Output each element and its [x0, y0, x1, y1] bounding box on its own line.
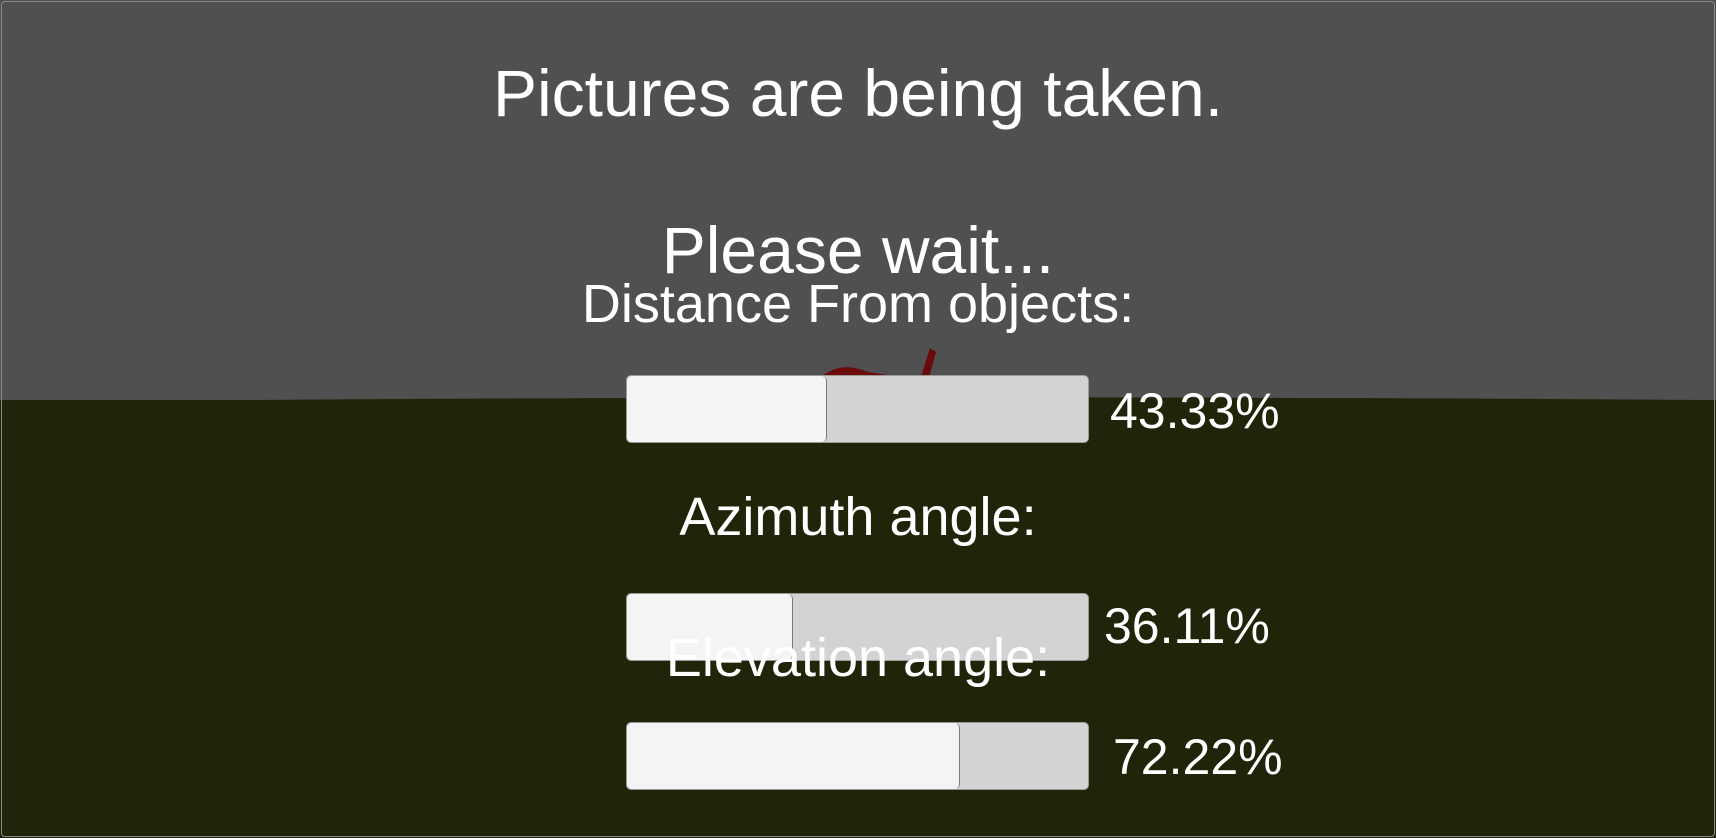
elevation-slider[interactable] — [626, 722, 1089, 790]
distance-slider-fill — [627, 376, 827, 442]
distance-label: Distance From objects: — [581, 274, 1135, 334]
elevation-value: 72.22% — [1113, 729, 1283, 785]
distance-slider[interactable] — [626, 375, 1089, 443]
azimuth-label: Azimuth angle: — [679, 487, 1037, 547]
status-title: Pictures are being taken. — [492, 56, 1224, 130]
elevation-label: Elevation angle: — [665, 628, 1051, 688]
capture-screen: Pictures are being taken. Please wait...… — [0, 0, 1716, 838]
elevation-slider-fill — [627, 723, 960, 789]
distance-value: 43.33% — [1110, 383, 1280, 439]
